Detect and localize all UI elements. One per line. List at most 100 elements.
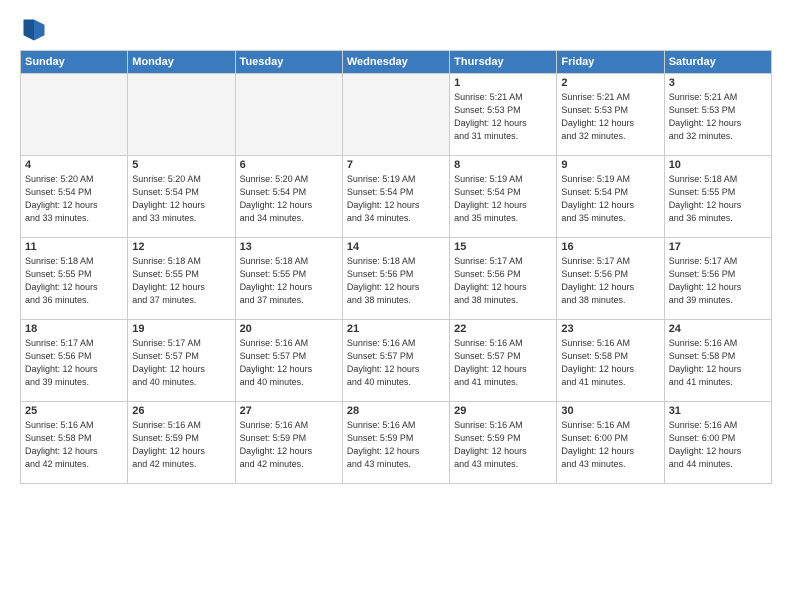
weekday-thursday: Thursday	[450, 51, 557, 74]
day-number: 24	[669, 323, 767, 335]
calendar: SundayMondayTuesdayWednesdayThursdayFrid…	[20, 50, 772, 484]
day-cell: 10 Sunrise: 5:18 AM Sunset: 5:55 PM Dayli…	[664, 156, 771, 238]
logo-icon	[20, 16, 48, 44]
week-row-1: 1Sunrise: 5:21 AM Sunset: 5:53 PM Daylig…	[21, 74, 772, 156]
day-number: 21	[347, 323, 445, 335]
day-info: Sunrise: 5:16 AM Sunset: 5:57 PM Dayligh…	[240, 337, 338, 389]
day-info: Sunrise: 5:16 AM Sunset: 5:57 PM Dayligh…	[454, 337, 552, 389]
day-cell: 4 Sunrise: 5:20 AM Sunset: 5:54 PM Daylig…	[21, 156, 128, 238]
day-number: 6	[240, 159, 338, 171]
day-info: Sunrise: 5:16 AM Sunset: 5:59 PM Dayligh…	[132, 419, 230, 471]
week-row-3: 11Sunrise: 5:18 AM Sunset: 5:55 PM Dayli…	[21, 238, 772, 320]
weekday-header-row: SundayMondayTuesdayWednesdayThursdayFrid…	[21, 51, 772, 74]
day-number: 1	[454, 77, 552, 89]
day-cell: 15 Sunrise: 5:17 AM Sunset: 5:56 PM Dayli…	[450, 238, 557, 320]
day-number: 13	[240, 241, 338, 253]
day-info: Sunrise: 5:17 AM Sunset: 5:56 PM Dayligh…	[669, 255, 767, 307]
day-info: Sunrise: 5:17 AM Sunset: 5:57 PM Dayligh…	[132, 337, 230, 389]
day-cell: 17 Sunrise: 5:17 AM Sunset: 5:56 PM Dayli…	[664, 238, 771, 320]
day-cell: 14 Sunrise: 5:18 AM Sunset: 5:56 PM Dayli…	[342, 238, 449, 320]
day-cell: 13 Sunrise: 5:18 AM Sunset: 5:55 PM Dayli…	[235, 238, 342, 320]
day-number: 5	[132, 159, 230, 171]
day-cell: 21 Sunrise: 5:16 AM Sunset: 5:57 PM Dayli…	[342, 320, 449, 402]
day-cell	[21, 74, 128, 156]
day-info: Sunrise: 5:16 AM Sunset: 5:58 PM Dayligh…	[25, 419, 123, 471]
day-info: Sunrise: 5:19 AM Sunset: 5:54 PM Dayligh…	[454, 173, 552, 225]
day-cell: 5 Sunrise: 5:20 AM Sunset: 5:54 PM Daylig…	[128, 156, 235, 238]
day-cell: 30Sunrise: 5:16 AM Sunset: 6:00 PM Dayli…	[557, 402, 664, 484]
day-number: 20	[240, 323, 338, 335]
day-info: Sunrise: 5:16 AM Sunset: 5:59 PM Dayligh…	[240, 419, 338, 471]
day-info: Sunrise: 5:20 AM Sunset: 5:54 PM Dayligh…	[25, 173, 123, 225]
day-number: 8	[454, 159, 552, 171]
day-number: 14	[347, 241, 445, 253]
header	[20, 16, 772, 44]
day-info: Sunrise: 5:18 AM Sunset: 5:56 PM Dayligh…	[347, 255, 445, 307]
day-number: 29	[454, 405, 552, 417]
weekday-monday: Monday	[128, 51, 235, 74]
day-info: Sunrise: 5:16 AM Sunset: 5:58 PM Dayligh…	[669, 337, 767, 389]
day-info: Sunrise: 5:16 AM Sunset: 5:59 PM Dayligh…	[347, 419, 445, 471]
day-info: Sunrise: 5:17 AM Sunset: 5:56 PM Dayligh…	[25, 337, 123, 389]
day-number: 18	[25, 323, 123, 335]
day-info: Sunrise: 5:16 AM Sunset: 5:58 PM Dayligh…	[561, 337, 659, 389]
day-info: Sunrise: 5:16 AM Sunset: 5:59 PM Dayligh…	[454, 419, 552, 471]
page: SundayMondayTuesdayWednesdayThursdayFrid…	[0, 0, 792, 612]
day-number: 19	[132, 323, 230, 335]
day-info: Sunrise: 5:19 AM Sunset: 5:54 PM Dayligh…	[347, 173, 445, 225]
day-cell: 20 Sunrise: 5:16 AM Sunset: 5:57 PM Dayli…	[235, 320, 342, 402]
day-info: Sunrise: 5:18 AM Sunset: 5:55 PM Dayligh…	[669, 173, 767, 225]
day-number: 2	[561, 77, 659, 89]
day-cell	[128, 74, 235, 156]
weekday-wednesday: Wednesday	[342, 51, 449, 74]
day-cell: 23 Sunrise: 5:16 AM Sunset: 5:58 PM Dayli…	[557, 320, 664, 402]
day-number: 16	[561, 241, 659, 253]
day-number: 17	[669, 241, 767, 253]
weekday-sunday: Sunday	[21, 51, 128, 74]
day-cell: 22 Sunrise: 5:16 AM Sunset: 5:57 PM Dayli…	[450, 320, 557, 402]
day-cell: 29 Sunrise: 5:16 AM Sunset: 5:59 PM Dayli…	[450, 402, 557, 484]
day-number: 23	[561, 323, 659, 335]
weekday-tuesday: Tuesday	[235, 51, 342, 74]
day-cell: 25 Sunrise: 5:16 AM Sunset: 5:58 PM Dayli…	[21, 402, 128, 484]
day-info: Sunrise: 5:18 AM Sunset: 5:55 PM Dayligh…	[25, 255, 123, 307]
day-info: Sunrise: 5:20 AM Sunset: 5:54 PM Dayligh…	[240, 173, 338, 225]
day-cell	[342, 74, 449, 156]
day-cell: 6 Sunrise: 5:20 AM Sunset: 5:54 PM Daylig…	[235, 156, 342, 238]
day-number: 25	[25, 405, 123, 417]
day-info: Sunrise: 5:20 AM Sunset: 5:54 PM Dayligh…	[132, 173, 230, 225]
day-cell: 19 Sunrise: 5:17 AM Sunset: 5:57 PM Dayli…	[128, 320, 235, 402]
day-cell: 2Sunrise: 5:21 AM Sunset: 5:53 PM Daylig…	[557, 74, 664, 156]
day-info: Sunrise: 5:16 AM Sunset: 5:57 PM Dayligh…	[347, 337, 445, 389]
day-number: 28	[347, 405, 445, 417]
day-cell	[235, 74, 342, 156]
day-info: Sunrise: 5:17 AM Sunset: 5:56 PM Dayligh…	[454, 255, 552, 307]
day-info: Sunrise: 5:16 AM Sunset: 6:00 PM Dayligh…	[561, 419, 659, 471]
day-cell: 1Sunrise: 5:21 AM Sunset: 5:53 PM Daylig…	[450, 74, 557, 156]
day-info: Sunrise: 5:17 AM Sunset: 5:56 PM Dayligh…	[561, 255, 659, 307]
day-number: 9	[561, 159, 659, 171]
day-number: 10	[669, 159, 767, 171]
week-row-4: 18 Sunrise: 5:17 AM Sunset: 5:56 PM Dayli…	[21, 320, 772, 402]
day-number: 3	[669, 77, 767, 89]
day-number: 4	[25, 159, 123, 171]
day-cell: 3Sunrise: 5:21 AM Sunset: 5:53 PM Daylig…	[664, 74, 771, 156]
day-info: Sunrise: 5:18 AM Sunset: 5:55 PM Dayligh…	[240, 255, 338, 307]
day-cell: 26Sunrise: 5:16 AM Sunset: 5:59 PM Dayli…	[128, 402, 235, 484]
day-cell: 8 Sunrise: 5:19 AM Sunset: 5:54 PM Daylig…	[450, 156, 557, 238]
day-cell: 16 Sunrise: 5:17 AM Sunset: 5:56 PM Dayli…	[557, 238, 664, 320]
day-number: 31	[669, 405, 767, 417]
day-cell: 7Sunrise: 5:19 AM Sunset: 5:54 PM Daylig…	[342, 156, 449, 238]
logo	[20, 16, 52, 44]
day-number: 22	[454, 323, 552, 335]
day-number: 27	[240, 405, 338, 417]
day-cell: 9Sunrise: 5:19 AM Sunset: 5:54 PM Daylig…	[557, 156, 664, 238]
day-cell: 12Sunrise: 5:18 AM Sunset: 5:55 PM Dayli…	[128, 238, 235, 320]
day-cell: 11Sunrise: 5:18 AM Sunset: 5:55 PM Dayli…	[21, 238, 128, 320]
week-row-2: 4 Sunrise: 5:20 AM Sunset: 5:54 PM Daylig…	[21, 156, 772, 238]
day-number: 15	[454, 241, 552, 253]
day-info: Sunrise: 5:16 AM Sunset: 6:00 PM Dayligh…	[669, 419, 767, 471]
day-cell: 31 Sunrise: 5:16 AM Sunset: 6:00 PM Dayli…	[664, 402, 771, 484]
day-cell: 24 Sunrise: 5:16 AM Sunset: 5:58 PM Dayli…	[664, 320, 771, 402]
day-number: 12	[132, 241, 230, 253]
